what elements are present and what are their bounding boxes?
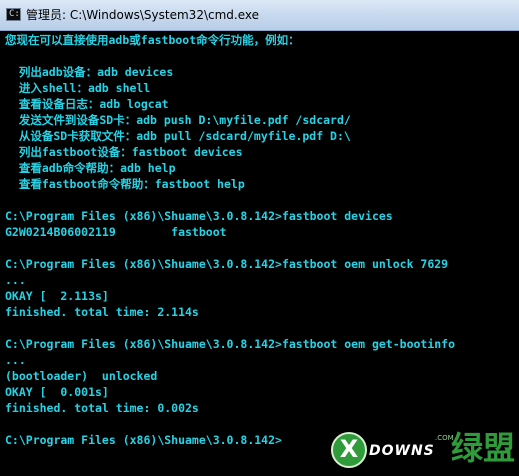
watermark-word: DOWNS [369,443,435,459]
title-bar[interactable]: C:\ 管理员: C:\Windows\System32\cmd.exe [0,0,519,31]
console-line: finished. total time: 0.002s [5,401,199,415]
console-line: 列出fastboot设备：fastboot devices [5,145,243,159]
console-line: ... [5,353,26,367]
console-line: 查看adb命令帮助：adb help [5,161,176,175]
console-line: 查看设备日志：adb logcat [5,97,169,111]
console-line: OKAY [ 0.001s] [5,385,109,399]
console-line: G2W0214B06002119 fastboot [5,225,227,239]
console-line: C:\Program Files (x86)\Shuame\3.0.8.142>… [5,337,456,351]
console-line: C:\Program Files (x86)\Shuame\3.0.8.142>… [5,209,393,223]
console-line: 从设备SD卡获取文件：adb pull /sdcard/myfile.pdf D… [5,129,351,143]
console-line: finished. total time: 2.114s [5,305,199,319]
watermark-logo: X DOWNS .COM 绿盟 [317,426,519,476]
console-line: 列出adb设备：adb devices [5,65,174,79]
watermark-chinese: 绿盟 [451,429,516,467]
console-line: 进入shell：adb shell [5,81,151,95]
console-line: 查看fastboot命令帮助：fastboot help [5,177,245,191]
window-title: 管理员: C:\Windows\System32\cmd.exe [26,8,259,22]
console-line: C:\Program Files (x86)\Shuame\3.0.8.142> [5,433,282,447]
console-line: OKAY [ 2.113s] [5,289,109,303]
console-line: (bootloader) unlocked [5,369,158,383]
console-line: C:\Program Files (x86)\Shuame\3.0.8.142>… [5,257,449,271]
cmd-window: C:\ 管理员: C:\Windows\System32\cmd.exe 您现在… [0,0,519,476]
console-line: ... [5,273,26,287]
console-line: 您现在可以直接使用adb或fastboot命令行功能，例如： [5,33,300,47]
console-output[interactable]: 您现在可以直接使用adb或fastboot命令行功能，例如： 列出adb设备：a… [0,31,519,476]
watermark-x-mark: X [331,432,367,468]
console-line: 发送文件到设备SD卡：adb push D:\myfile.pdf /sdcar… [5,113,351,127]
cmd-icon: C:\ [6,8,25,21]
